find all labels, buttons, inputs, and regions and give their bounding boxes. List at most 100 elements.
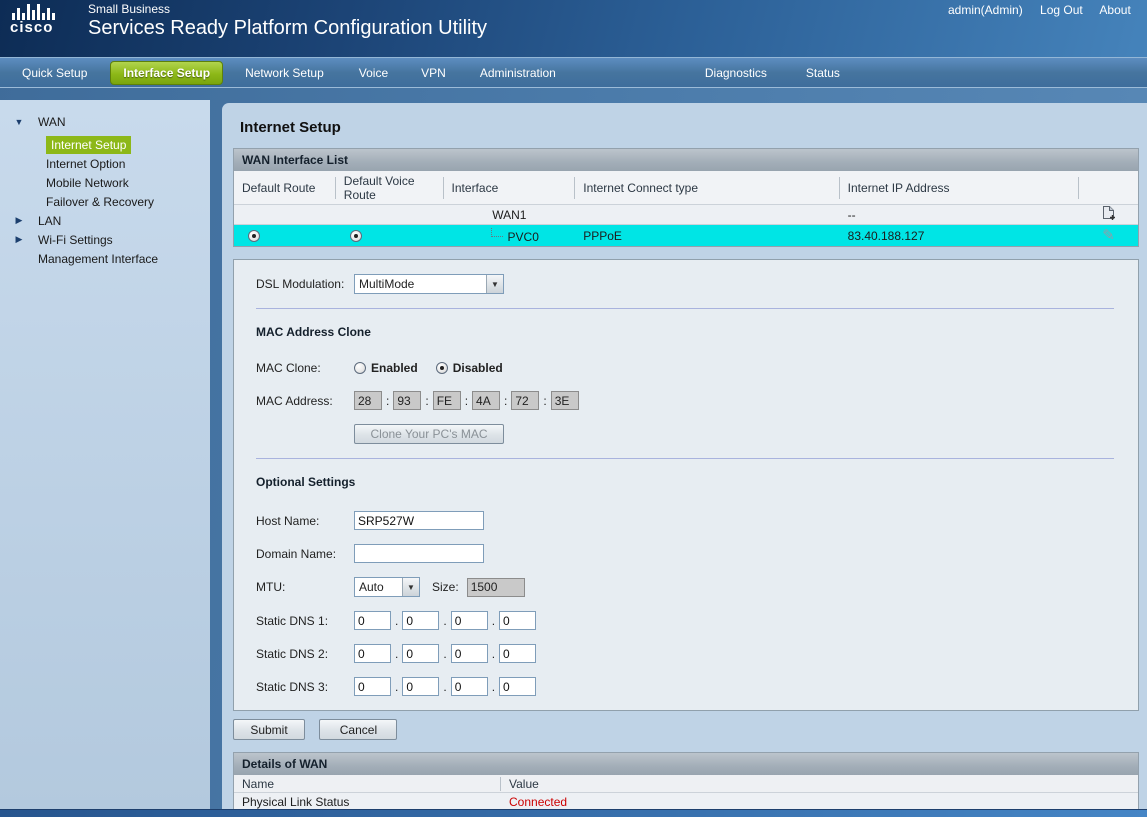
chevron-right-icon[interactable]: ▶ <box>0 234 38 245</box>
col-interface: Interface <box>444 177 576 199</box>
dns2-octet-4-field[interactable] <box>499 644 536 663</box>
edit-pencil-icon[interactable]: ✎ <box>1102 227 1115 244</box>
product-line: Small Business <box>88 2 170 16</box>
sidebar-item-mobile-network[interactable]: Mobile Network <box>0 173 210 192</box>
wan-table-title: WAN Interface List <box>234 149 1138 171</box>
submit-button[interactable]: Submit <box>233 719 305 740</box>
dns1-octet-3-field[interactable] <box>451 611 488 630</box>
cisco-bridge-icon <box>12 2 80 20</box>
tab-status[interactable]: Status <box>806 66 840 80</box>
dropdown-arrow-icon[interactable]: ▼ <box>486 275 503 293</box>
sidebar-item-internet-option[interactable]: Internet Option <box>0 154 210 173</box>
physical-link-status-value: Connected <box>501 795 567 809</box>
dns2-octet-1-field[interactable] <box>354 644 391 663</box>
sidebar-group-label: Wi-Fi Settings <box>38 233 113 247</box>
sidebar-item-internet-setup[interactable]: Internet Setup <box>0 135 210 154</box>
tab-network-setup[interactable]: Network Setup <box>245 66 324 80</box>
domain-name-field[interactable] <box>354 544 484 563</box>
dns2-octet-2-field[interactable] <box>402 644 439 663</box>
host-name-field[interactable] <box>354 511 484 530</box>
col-name: Name <box>234 777 501 791</box>
tab-administration[interactable]: Administration <box>480 66 556 80</box>
tab-interface-setup[interactable]: Interface Setup <box>110 61 223 85</box>
sidebar-group-label: LAN <box>38 214 61 228</box>
dns1-octet-4-field[interactable] <box>499 611 536 630</box>
static-dns2-label: Static DNS 2: <box>256 647 354 661</box>
tab-diagnostics[interactable]: Diagnostics <box>705 66 767 80</box>
mac-octet-5-field[interactable] <box>511 391 539 410</box>
page-bottom-border <box>0 809 1147 817</box>
mac-clone-disabled-radio[interactable] <box>436 362 448 374</box>
sidebar-item-label: Mobile Network <box>46 176 129 190</box>
sidebar-item-label: Internet Setup <box>46 136 131 154</box>
mtu-label: MTU: <box>256 580 354 594</box>
form-actions: Submit Cancel <box>233 711 1139 740</box>
mtu-size-field[interactable] <box>467 578 525 597</box>
dns3-octet-4-field[interactable] <box>499 677 536 696</box>
tab-vpn[interactable]: VPN <box>421 66 446 80</box>
mac-octet-3-field[interactable] <box>433 391 461 410</box>
mtu-select[interactable]: Auto ▼ <box>354 577 420 597</box>
domain-name-label: Domain Name: <box>256 547 354 561</box>
dsl-modulation-select[interactable]: MultiMode ▼ <box>354 274 504 294</box>
static-dns1-label: Static DNS 1: <box>256 614 354 628</box>
dns2-octet-3-field[interactable] <box>451 644 488 663</box>
sidebar-item-label: Internet Option <box>46 157 125 171</box>
sidebar-item-management-interface[interactable]: Management Interface <box>0 249 210 268</box>
about-link[interactable]: About <box>1099 3 1130 17</box>
pvc0-interface-name: PVC0 <box>508 230 539 244</box>
default-voice-route-radio[interactable] <box>350 230 362 242</box>
chevron-right-icon[interactable]: ▶ <box>0 215 38 226</box>
dns3-octet-1-field[interactable] <box>354 677 391 696</box>
host-name-label: Host Name: <box>256 514 354 528</box>
page-title: Internet Setup <box>240 119 1139 136</box>
section-divider <box>256 308 1114 309</box>
chevron-down-icon[interactable]: ▼ <box>0 117 38 127</box>
tab-quick-setup[interactable]: Quick Setup <box>22 66 87 80</box>
mac-clone-section-title: MAC Address Clone <box>256 325 1138 339</box>
dns1-octet-2-field[interactable] <box>402 611 439 630</box>
pvc0-connect-type: PPPoE <box>575 229 839 243</box>
sidebar-group-wan[interactable]: ▼ WAN <box>0 112 210 131</box>
col-default-route: Default Route <box>234 177 336 199</box>
table-row-pvc0[interactable]: PVC0 PPPoE 83.40.188.127 ✎ <box>234 224 1138 246</box>
sidebar-item-failover-recovery[interactable]: Failover & Recovery <box>0 192 210 211</box>
dns3-octet-2-field[interactable] <box>402 677 439 696</box>
default-route-radio[interactable] <box>248 230 260 242</box>
details-table-title: Details of WAN <box>234 753 1138 775</box>
dropdown-arrow-icon[interactable]: ▼ <box>402 578 419 596</box>
mac-octet-4-field[interactable] <box>472 391 500 410</box>
mac-clone-enabled-radio[interactable] <box>354 362 366 374</box>
wan-table-header-row: Default Route Default Voice Route Interf… <box>234 171 1138 204</box>
mac-octet-2-field[interactable] <box>393 391 421 410</box>
mac-octet-1-field[interactable] <box>354 391 382 410</box>
optional-settings-title: Optional Settings <box>256 475 1138 489</box>
table-row-wan1[interactable]: WAN1 -- <box>234 204 1138 224</box>
sidebar-item-label: Management Interface <box>38 252 158 266</box>
cisco-logo-icon: cisco <box>10 2 80 35</box>
mac-clone-disabled-label[interactable]: Disabled <box>453 361 503 375</box>
sidebar-group-lan[interactable]: ▶ LAN <box>0 211 210 230</box>
col-actions <box>1079 177 1138 199</box>
add-subinterface-icon[interactable] <box>1079 205 1138 224</box>
dns1-octet-1-field[interactable] <box>354 611 391 630</box>
clone-pc-mac-button[interactable]: Clone Your PC's MAC <box>354 424 504 444</box>
cisco-wordmark: cisco <box>10 20 80 35</box>
logout-link[interactable]: Log Out <box>1040 3 1083 17</box>
main-nav: Quick Setup Interface Setup Network Setu… <box>0 57 1147 88</box>
dsl-modulation-label: DSL Modulation: <box>256 277 354 291</box>
tab-voice[interactable]: Voice <box>359 66 388 80</box>
mac-clone-enabled-label[interactable]: Enabled <box>371 361 418 375</box>
sidebar-nav: ▼ WAN Internet Setup Internet Option Mob… <box>0 100 210 809</box>
mac-octet-6-field[interactable] <box>551 391 579 410</box>
cancel-button[interactable]: Cancel <box>319 719 397 740</box>
mac-clone-label: MAC Clone: <box>256 361 354 375</box>
dns3-octet-3-field[interactable] <box>451 677 488 696</box>
app-header: cisco Small Business Services Ready Plat… <box>0 0 1147 57</box>
col-default-voice-route: Default Voice Route <box>336 177 444 199</box>
main-content: Internet Setup WAN Interface List Defaul… <box>222 103 1147 809</box>
sidebar-group-wifi-settings[interactable]: ▶ Wi-Fi Settings <box>0 230 210 249</box>
internet-setup-form: DSL Modulation: MultiMode ▼ MAC Address … <box>233 259 1139 711</box>
user-account-label: admin(Admin) <box>948 3 1023 17</box>
sidebar-item-label: Failover & Recovery <box>46 195 154 209</box>
